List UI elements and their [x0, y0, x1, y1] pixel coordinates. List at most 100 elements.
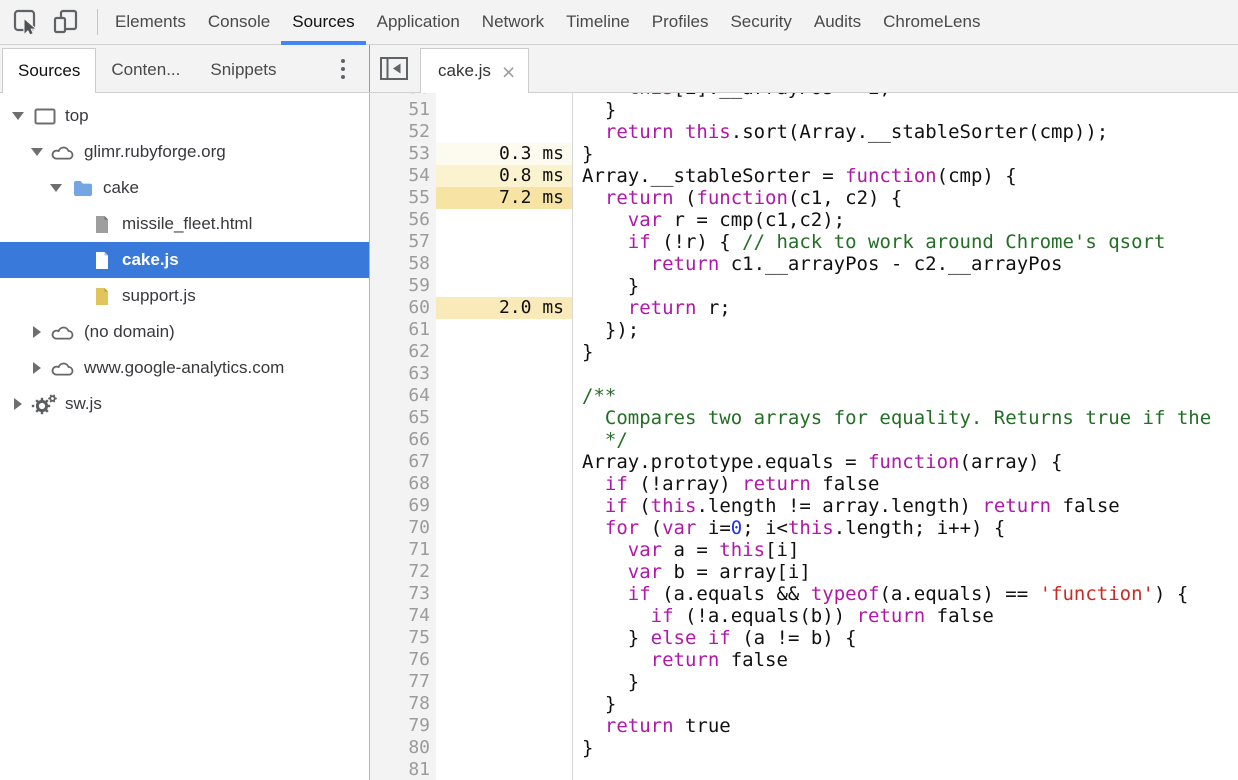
code-area: this[i].__arrayPos = i; } return this.so…: [573, 93, 1238, 780]
main-tab-timeline[interactable]: Timeline: [555, 0, 641, 44]
line-number[interactable]: 51: [370, 99, 436, 121]
line-number[interactable]: 61: [370, 319, 436, 341]
code-line[interactable]: if (a.equals && typeof(a.equals) == 'fun…: [573, 583, 1238, 605]
profile-time: [436, 275, 572, 297]
code-line[interactable]: return this.sort(Array.__stableSorter(cm…: [573, 121, 1238, 143]
code-line[interactable]: }: [573, 693, 1238, 715]
tree-item-cake[interactable]: cake: [0, 170, 369, 206]
code-line[interactable]: }: [573, 671, 1238, 693]
code-line[interactable]: Compares two arrays for equality. Return…: [573, 407, 1238, 429]
inspect-element-button[interactable]: [9, 5, 43, 39]
line-number[interactable]: 65: [370, 407, 436, 429]
code-line[interactable]: if (this.length != array.length) return …: [573, 495, 1238, 517]
tree-item-www-google-analytics-com[interactable]: www.google-analytics.com: [0, 350, 369, 386]
code-line[interactable]: return (function(c1, c2) {: [573, 187, 1238, 209]
code-line[interactable]: return true: [573, 715, 1238, 737]
editor-tab-cakejs[interactable]: cake.js ×: [420, 48, 529, 93]
code-line[interactable]: if (!r) { // hack to work around Chrome'…: [573, 231, 1238, 253]
tree-item--no-domain-[interactable]: (no domain): [0, 314, 369, 350]
navigator-tab-conten[interactable]: Conten...: [96, 48, 195, 92]
code-line[interactable]: var b = array[i]: [573, 561, 1238, 583]
code-line[interactable]: return c1.__arrayPos - c2.__arrayPos: [573, 253, 1238, 275]
main-tab-security[interactable]: Security: [719, 0, 802, 44]
tree-item-top[interactable]: top: [0, 98, 369, 134]
main-tab-profiles[interactable]: Profiles: [641, 0, 720, 44]
toggle-navigator-button[interactable]: [377, 54, 411, 84]
line-number[interactable]: 75: [370, 627, 436, 649]
line-number[interactable]: 53: [370, 143, 436, 165]
collapsed-triangle-icon[interactable]: [29, 326, 45, 338]
line-number[interactable]: 64: [370, 385, 436, 407]
line-number[interactable]: 69: [370, 495, 436, 517]
code-line[interactable]: }: [573, 737, 1238, 759]
code-line[interactable]: [573, 759, 1238, 780]
line-number[interactable]: 67: [370, 451, 436, 473]
line-number[interactable]: 66: [370, 429, 436, 451]
line-number[interactable]: 59: [370, 275, 436, 297]
tree-item-missile-fleet-html[interactable]: missile_fleet.html: [0, 206, 369, 242]
line-number[interactable]: 73: [370, 583, 436, 605]
navigator-tab-sources[interactable]: Sources: [2, 48, 96, 93]
line-number[interactable]: 77: [370, 671, 436, 693]
device-toolbar-button[interactable]: [50, 5, 84, 39]
line-number[interactable]: 62: [370, 341, 436, 363]
tree-item-sw-js[interactable]: sw.js: [0, 386, 369, 422]
collapsed-triangle-icon[interactable]: [29, 362, 45, 374]
collapsed-triangle-icon[interactable]: [10, 398, 26, 410]
code-line[interactable]: [573, 363, 1238, 385]
code-line[interactable]: */: [573, 429, 1238, 451]
main-tab-audits[interactable]: Audits: [803, 0, 872, 44]
main-tab-elements[interactable]: Elements: [104, 0, 197, 44]
main-tab-application[interactable]: Application: [366, 0, 471, 44]
code-line[interactable]: }: [573, 99, 1238, 121]
tree-item-support-js[interactable]: support.js: [0, 278, 369, 314]
code-line[interactable]: } else if (a != b) {: [573, 627, 1238, 649]
tree-item-cake-js[interactable]: cake.js: [0, 242, 369, 278]
navigator-tab-snippets[interactable]: Snippets: [195, 48, 291, 92]
line-number[interactable]: 57: [370, 231, 436, 253]
line-number[interactable]: 55: [370, 187, 436, 209]
close-tab-icon[interactable]: ×: [502, 61, 515, 84]
line-number[interactable]: 70: [370, 517, 436, 539]
line-number[interactable]: 56: [370, 209, 436, 231]
line-number[interactable]: 58: [370, 253, 436, 275]
line-number[interactable]: 80: [370, 737, 436, 759]
line-number[interactable]: 74: [370, 605, 436, 627]
code-line[interactable]: for (var i=0; i<this.length; i++) {: [573, 517, 1238, 539]
main-tab-network[interactable]: Network: [471, 0, 555, 44]
code-line[interactable]: return r;: [573, 297, 1238, 319]
line-number[interactable]: 76: [370, 649, 436, 671]
line-number[interactable]: 68: [370, 473, 436, 495]
code-line[interactable]: /**: [573, 385, 1238, 407]
code-line[interactable]: }: [573, 143, 1238, 165]
code-line[interactable]: });: [573, 319, 1238, 341]
main-tab-sources[interactable]: Sources: [281, 0, 365, 44]
expanded-triangle-icon[interactable]: [10, 112, 26, 120]
code-line[interactable]: }: [573, 341, 1238, 363]
expanded-triangle-icon[interactable]: [48, 184, 64, 192]
overflow-menu-button[interactable]: [337, 55, 349, 83]
toolbar-separator: [97, 9, 98, 35]
code-line[interactable]: Array.prototype.equals = function(array)…: [573, 451, 1238, 473]
code-line[interactable]: if (!array) return false: [573, 473, 1238, 495]
expanded-triangle-icon[interactable]: [29, 148, 45, 156]
line-number[interactable]: 63: [370, 363, 436, 385]
line-number[interactable]: 79: [370, 715, 436, 737]
main-tab-chromelens[interactable]: ChromeLens: [872, 0, 991, 44]
line-number[interactable]: 52: [370, 121, 436, 143]
line-number[interactable]: 81: [370, 759, 436, 780]
line-number[interactable]: 71: [370, 539, 436, 561]
tree-item-glimr-rubyforge-org[interactable]: glimr.rubyforge.org: [0, 134, 369, 170]
code-line[interactable]: var r = cmp(c1,c2);: [573, 209, 1238, 231]
main-tab-console[interactable]: Console: [197, 0, 281, 44]
code-line[interactable]: return false: [573, 649, 1238, 671]
code-line[interactable]: Array.__stableSorter = function(cmp) {: [573, 165, 1238, 187]
code-line[interactable]: if (!a.equals(b)) return false: [573, 605, 1238, 627]
line-number[interactable]: 78: [370, 693, 436, 715]
line-number[interactable]: 60: [370, 297, 436, 319]
code-line[interactable]: var a = this[i]: [573, 539, 1238, 561]
folder-icon: [69, 180, 96, 196]
code-line[interactable]: }: [573, 275, 1238, 297]
line-number[interactable]: 54: [370, 165, 436, 187]
line-number[interactable]: 72: [370, 561, 436, 583]
